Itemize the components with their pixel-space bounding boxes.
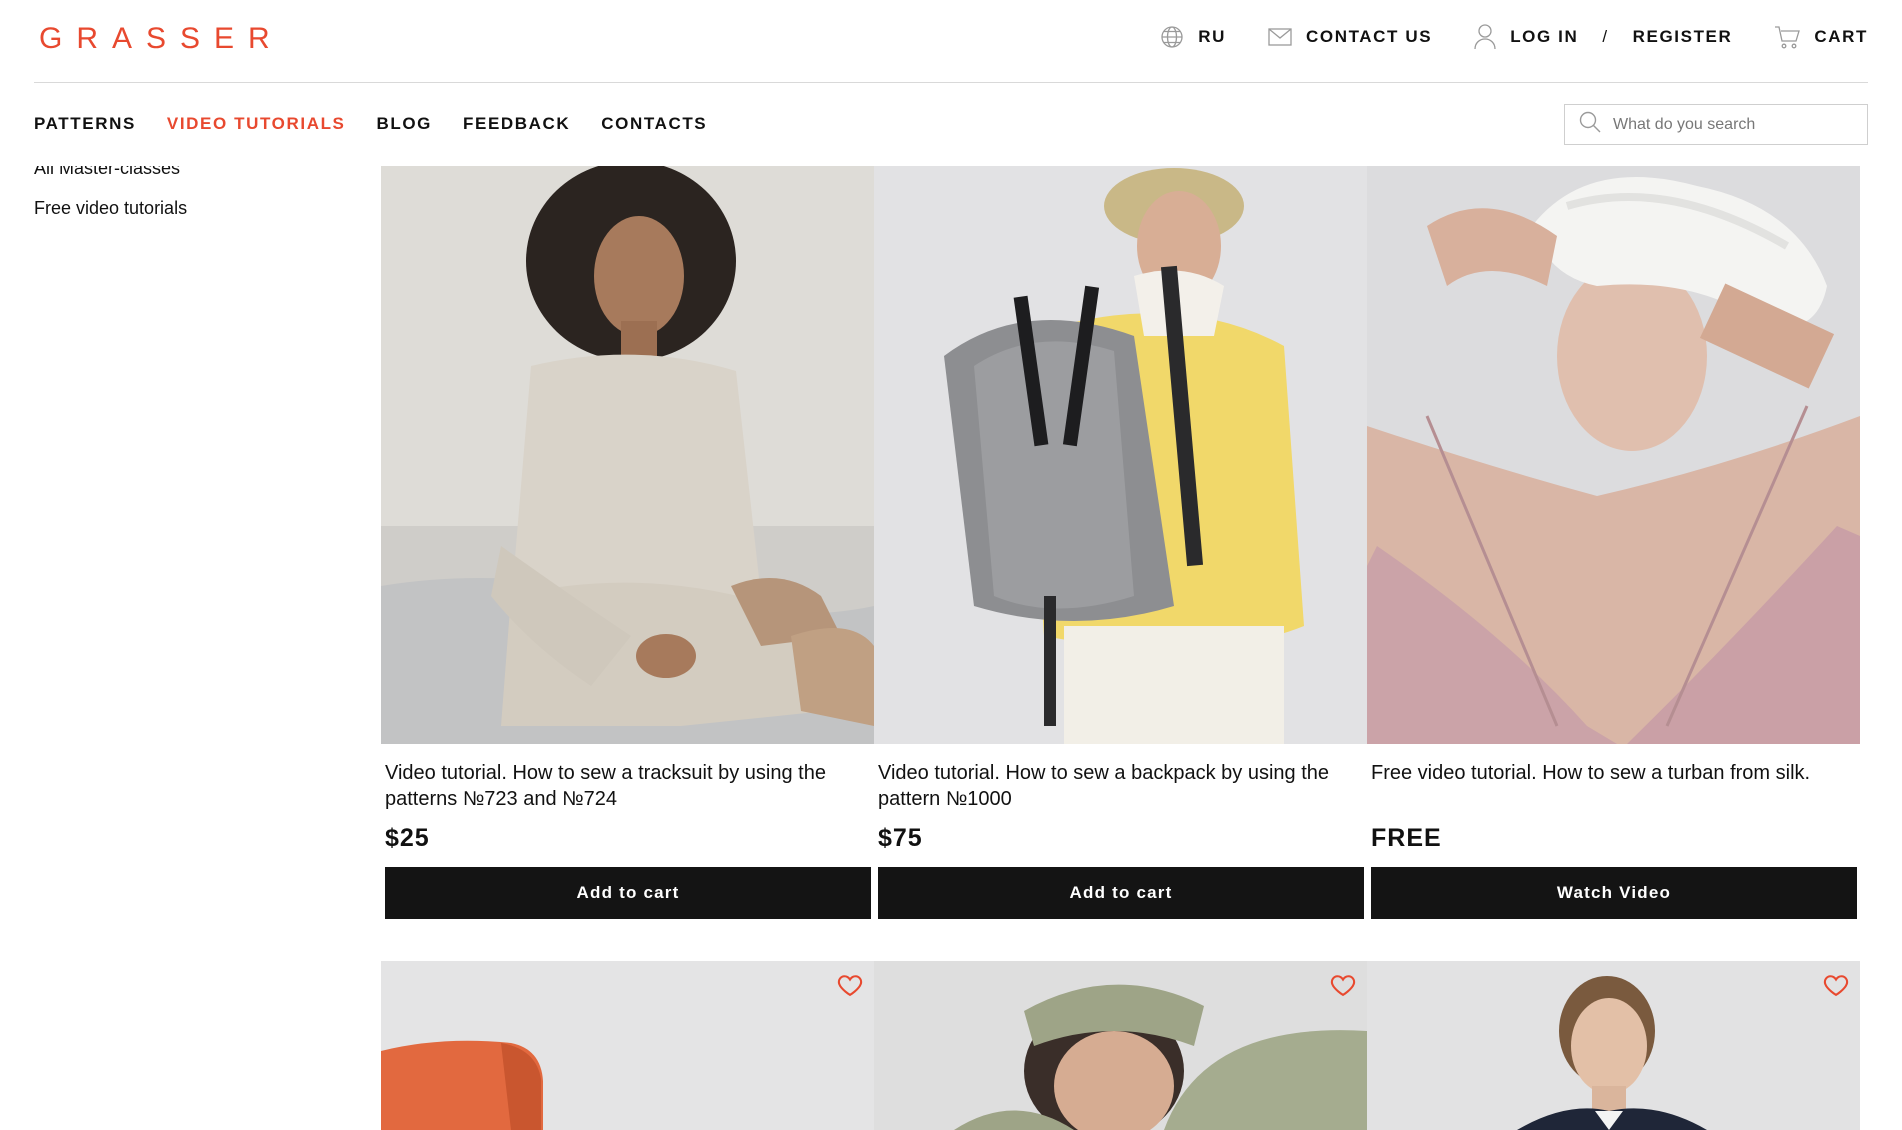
- search-icon: [1579, 111, 1601, 138]
- product-price: $75: [878, 824, 923, 852]
- product-image[interactable]: [381, 961, 874, 1130]
- product-title[interactable]: Video tutorial. How to sew a tracksuit b…: [385, 760, 867, 812]
- cart-label: CART: [1814, 27, 1868, 46]
- product-price: $25: [385, 824, 430, 852]
- category-sidebar: All Master-classes Free video tutorials: [34, 158, 187, 237]
- contact-us-label: CONTACT US: [1306, 27, 1433, 46]
- product-price: FREE: [1371, 824, 1442, 852]
- cart-link[interactable]: CART: [1774, 25, 1868, 49]
- nav-item-patterns[interactable]: PATTERNS: [34, 114, 136, 134]
- product-image[interactable]: [1367, 166, 1860, 744]
- top-utility-links: RU CONTACT US LOG IN / REGISTER CART: [1160, 24, 1868, 50]
- heart-icon[interactable]: [1329, 971, 1357, 999]
- product-image[interactable]: [381, 166, 874, 744]
- nav-item-blog[interactable]: BLOG: [377, 114, 433, 134]
- product-title[interactable]: Free video tutorial. How to sew a turban…: [1371, 760, 1853, 786]
- product-image[interactable]: [874, 961, 1367, 1130]
- register-link[interactable]: REGISTER: [1633, 27, 1733, 47]
- search-input[interactable]: [1613, 115, 1853, 134]
- user-icon: [1474, 24, 1496, 50]
- heart-icon[interactable]: [836, 971, 864, 999]
- watch-video-button[interactable]: Watch Video: [1371, 867, 1857, 919]
- language-label: RU: [1198, 27, 1226, 46]
- brand-logo[interactable]: GRASSER: [39, 22, 284, 56]
- cart-icon: [1774, 25, 1801, 49]
- header-divider: [34, 82, 1868, 83]
- language-switcher[interactable]: RU: [1160, 25, 1226, 49]
- nav-item-feedback[interactable]: FEEDBACK: [463, 114, 570, 134]
- product-image[interactable]: [1367, 961, 1860, 1130]
- envelope-icon: [1268, 28, 1292, 46]
- sidebar-item-free-video-tutorials[interactable]: Free video tutorials: [34, 198, 187, 220]
- globe-icon: [1160, 25, 1184, 49]
- product-title[interactable]: Video tutorial. How to sew a backpack by…: [878, 760, 1360, 812]
- login-link[interactable]: LOG IN: [1510, 27, 1578, 47]
- add-to-cart-button[interactable]: Add to cart: [385, 867, 871, 919]
- nav-item-contacts[interactable]: CONTACTS: [601, 114, 707, 134]
- account-link: LOG IN / REGISTER: [1474, 24, 1732, 50]
- site-header: GRASSER RU CONTACT US LOG IN / REGISTER …: [0, 0, 1902, 166]
- product-image[interactable]: [874, 166, 1367, 744]
- nav-item-video-tutorials[interactable]: VIDEO TUTORIALS: [167, 114, 346, 134]
- auth-separator: /: [1602, 27, 1609, 46]
- main-nav: PATTERNS VIDEO TUTORIALS BLOG FEEDBACK C…: [34, 114, 707, 134]
- contact-us-link[interactable]: CONTACT US: [1268, 27, 1432, 47]
- heart-icon[interactable]: [1822, 971, 1850, 999]
- search-box: [1564, 104, 1868, 145]
- add-to-cart-button[interactable]: Add to cart: [878, 867, 1364, 919]
